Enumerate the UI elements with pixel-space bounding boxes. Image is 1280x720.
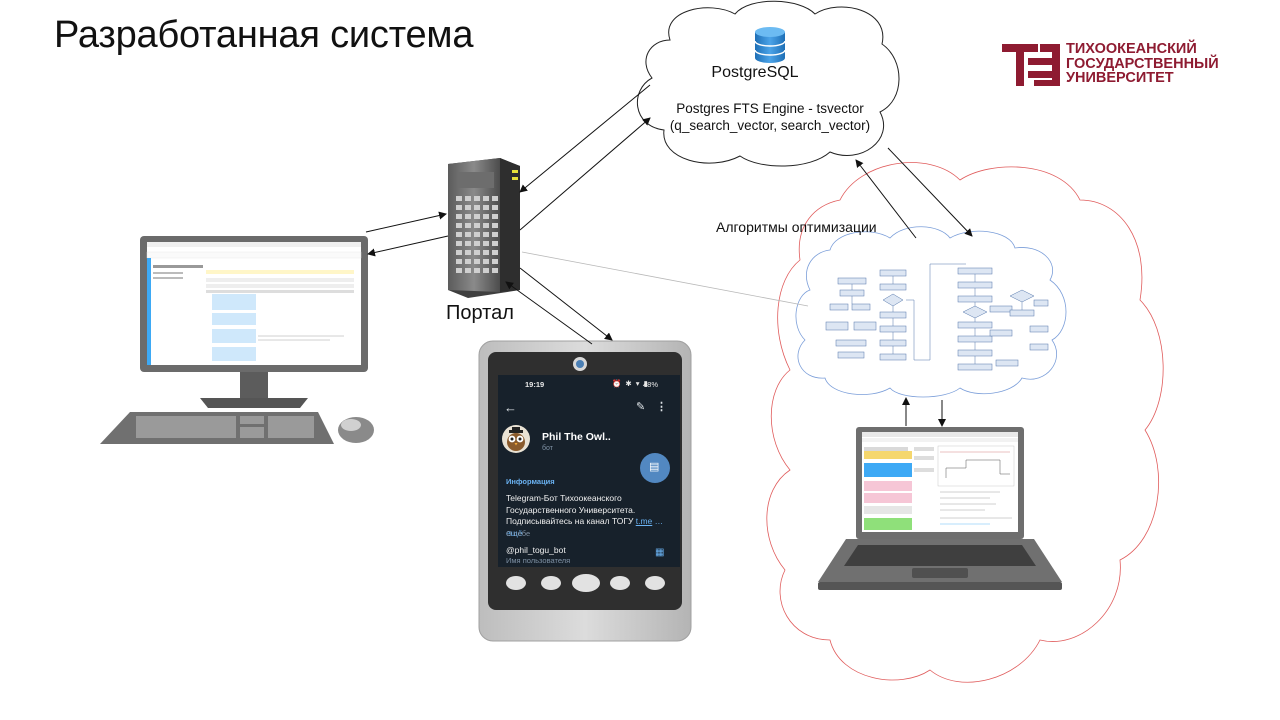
database-engine-fields: (q_search_vector, search_vector) (669, 118, 871, 133)
postgresql-cloud (637, 0, 900, 167)
qr-code-icon[interactable]: ▦ (655, 547, 664, 558)
bot-about-text: Telegram-Бот Тихоокеанского Государствен… (506, 493, 636, 526)
info-heading: Информация (506, 477, 555, 486)
database-engine-name: Postgres FTS Engine - tsvector (676, 101, 864, 116)
bot-avatar (502, 425, 530, 453)
back-arrow-icon[interactable]: ← (504, 400, 517, 415)
edit-pencil-icon[interactable]: ✎ (636, 400, 645, 413)
link-portal-to-algorithms (521, 251, 809, 307)
owl-icon (507, 427, 525, 451)
arrow-db-to-portal (519, 84, 651, 193)
username-caption: Имя пользователя (506, 556, 571, 565)
algorithms-label: Алгоритмы оптимизации (716, 219, 877, 235)
status-time: 19:19 (525, 380, 545, 389)
arrow-portal-to-desktop (367, 235, 449, 257)
database-icon (754, 27, 786, 63)
portal-label: Портал (446, 302, 514, 324)
bot-username[interactable]: @phil_togu_bot (506, 545, 566, 555)
bot-about: Telegram-Бот Тихоокеанского Государствен… (506, 493, 674, 539)
message-button[interactable]: ▤ (640, 453, 670, 483)
bot-name: Phil The Owl.. (542, 431, 611, 443)
about-caption: О себе (506, 529, 531, 538)
bot-about-link[interactable]: t.me (636, 516, 653, 526)
desktop-computer (100, 236, 374, 444)
arrow-desktop-to-portal (365, 211, 447, 233)
status-battery: 48% (643, 380, 659, 389)
status-bar: 19:19 ⏰ ✱ ▾ ▮ 48% (498, 379, 680, 391)
arrow-portal-to-db (519, 117, 651, 231)
chat-bubble-icon: ▤ (649, 461, 660, 473)
server-icon (448, 158, 520, 298)
phone-screen: 19:19 ⏰ ✱ ▾ ▮ 48% ← ✎ ⋮ Phil The Owl.. б… (498, 375, 680, 567)
more-options-icon[interactable]: ⋮ (656, 400, 667, 413)
laptop-device (818, 427, 1062, 590)
arrow-db-to-algorithms (887, 147, 973, 237)
database-name: PostgreSQL (711, 64, 799, 81)
database-engine: Postgres FTS Engine - tsvector (q_search… (640, 100, 900, 134)
bot-type: бот (542, 445, 553, 452)
arrow-portal-to-phone (519, 267, 613, 341)
